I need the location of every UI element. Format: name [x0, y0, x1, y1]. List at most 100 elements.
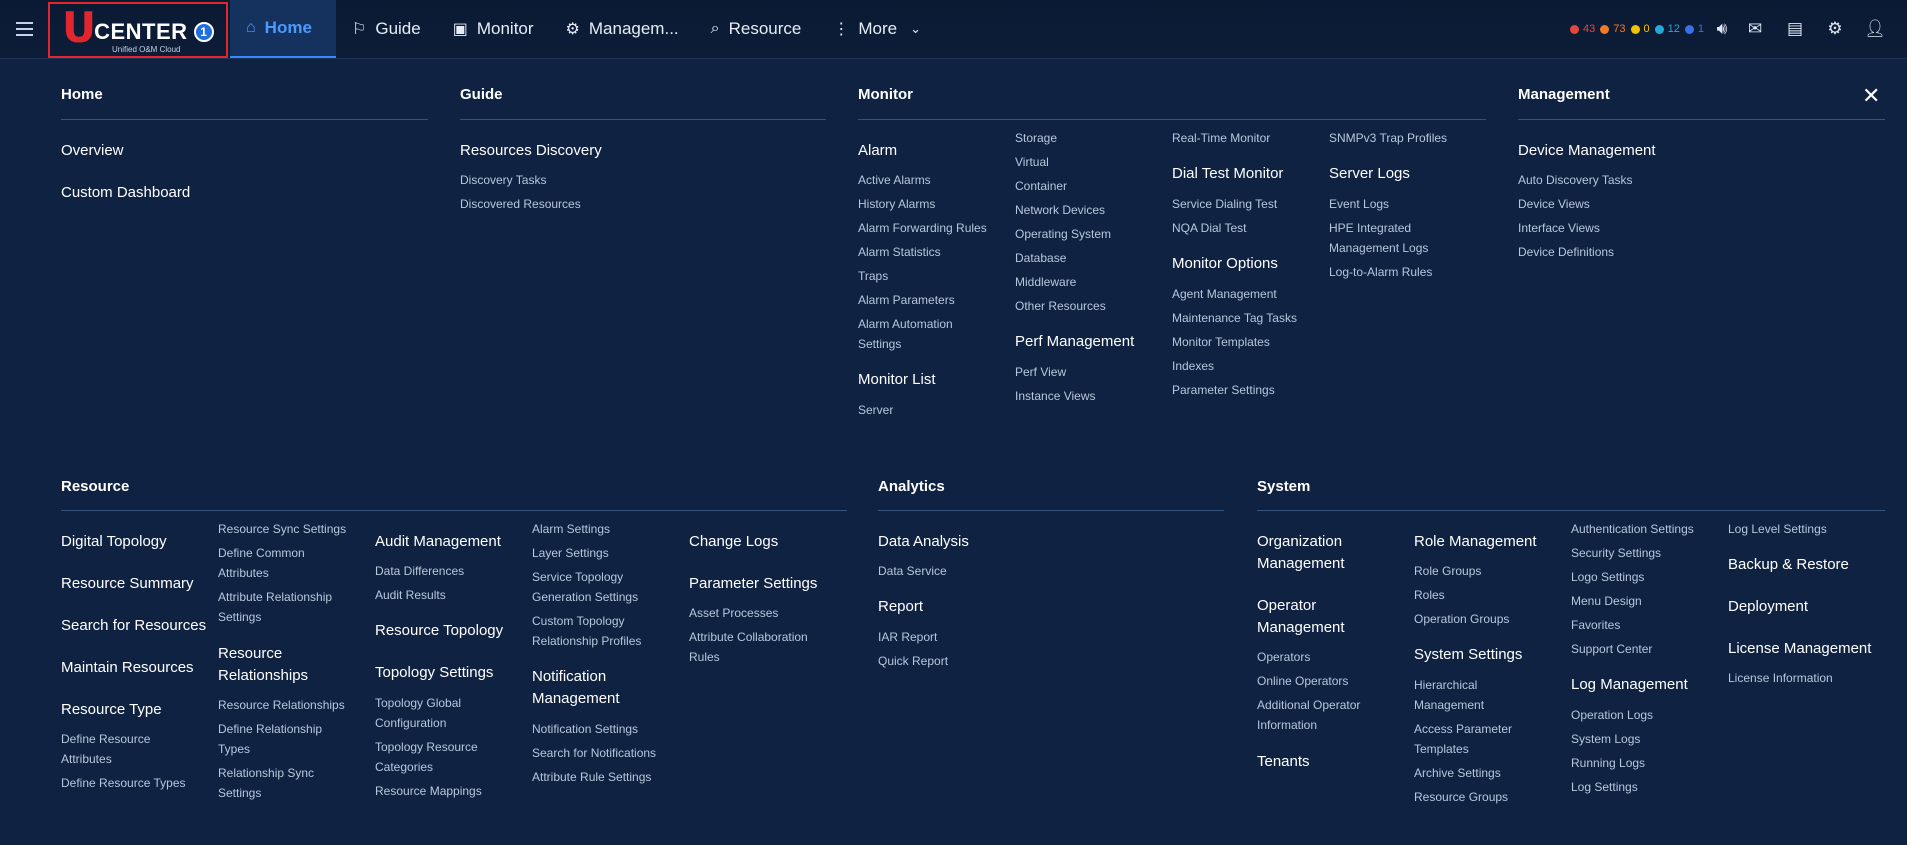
- menu-audit-results[interactable]: Audit Results: [375, 585, 446, 605]
- menu-alarm-settings[interactable]: Alarm Settings: [532, 519, 610, 539]
- menu-system-settings[interactable]: System Settings: [1414, 644, 1522, 666]
- menu-active-alarms[interactable]: Active Alarms: [858, 170, 931, 190]
- menu-relationship-sync-settings[interactable]: Relationship Sync: [218, 763, 314, 783]
- menu-archive-settings[interactable]: Archive Settings: [1414, 763, 1501, 783]
- menu-resource-sync-settings[interactable]: Resource Sync Settings: [218, 519, 346, 539]
- menu-device-views[interactable]: Device Views: [1518, 194, 1590, 214]
- menu-operator-management[interactable]: Operator: [1257, 595, 1316, 617]
- menu-support-center[interactable]: Support Center: [1571, 639, 1652, 659]
- menu-search-for-resources[interactable]: Search for Resources: [61, 615, 206, 637]
- menu-toggle-button[interactable]: [0, 0, 48, 58]
- menu-discovered-resources[interactable]: Discovered Resources: [460, 194, 581, 214]
- menu-traps[interactable]: Traps: [858, 266, 888, 286]
- menu-topology-global-configuration[interactable]: Topology Global: [375, 693, 461, 713]
- user-icon[interactable]: 👤︎: [1855, 0, 1895, 59]
- menu-attribute-rule-settings[interactable]: Attribute Rule Settings: [532, 767, 651, 787]
- menu-hierarchical-management[interactable]: Hierarchical: [1414, 675, 1477, 695]
- menu-define-resource-attributes[interactable]: Define Resource: [61, 729, 150, 749]
- menu-maintain-resources[interactable]: Maintain Resources: [61, 657, 194, 679]
- alarm-warning[interactable]: 12: [1654, 23, 1680, 35]
- menu-notification-management-line2[interactable]: Management: [532, 688, 620, 710]
- menu-custom-dashboard[interactable]: Custom Dashboard: [61, 182, 190, 204]
- menu-system-logs[interactable]: System Logs: [1571, 729, 1640, 749]
- menu-device-definitions[interactable]: Device Definitions: [1518, 242, 1614, 262]
- menu-alarm-statistics[interactable]: Alarm Statistics: [858, 242, 941, 262]
- menu-define-resource-types[interactable]: Define Resource Types: [61, 773, 186, 793]
- menu-change-logs[interactable]: Change Logs: [689, 531, 778, 553]
- menu-resources-discovery[interactable]: Resources Discovery: [460, 140, 602, 162]
- menu-instance-views[interactable]: Instance Views: [1015, 386, 1096, 406]
- menu-asset-processes[interactable]: Asset Processes: [689, 603, 778, 623]
- menu-resource-groups[interactable]: Resource Groups: [1414, 787, 1508, 807]
- menu-log-management[interactable]: Log Management: [1571, 674, 1688, 696]
- menu-data-differences[interactable]: Data Differences: [375, 561, 464, 581]
- menu-service-topology-generation-settings-line2[interactable]: Generation Settings: [532, 587, 638, 607]
- nav-more[interactable]: ⋮ More ⌄: [817, 0, 937, 58]
- menu-attribute-relationship-settings[interactable]: Attribute Relationship: [218, 587, 332, 607]
- menu-interface-views[interactable]: Interface Views: [1518, 218, 1600, 238]
- menu-alarm[interactable]: Alarm: [858, 140, 897, 162]
- menu-perf-management[interactable]: Perf Management: [1015, 331, 1134, 353]
- menu-menu-design[interactable]: Menu Design: [1571, 591, 1642, 611]
- menu-additional-operator-information[interactable]: Additional Operator: [1257, 695, 1360, 715]
- menu-role-management[interactable]: Role Management: [1414, 531, 1537, 553]
- menu-overview[interactable]: Overview: [61, 140, 124, 162]
- menu-maintenance-tag-tasks[interactable]: Maintenance Tag Tasks: [1172, 308, 1297, 328]
- menu-attribute-collaboration-rules-line2[interactable]: Rules: [689, 647, 720, 667]
- nav-monitor[interactable]: ▣ Monitor: [437, 0, 550, 58]
- menu-discovery-tasks[interactable]: Discovery Tasks: [460, 170, 546, 190]
- close-icon[interactable]: ✕: [1862, 85, 1880, 107]
- menu-digital-topology[interactable]: Digital Topology: [61, 531, 167, 553]
- menu-service-dialing-test[interactable]: Service Dialing Test: [1172, 194, 1277, 214]
- menu-deployment[interactable]: Deployment: [1728, 596, 1808, 618]
- menu-hierarchical-management-line2[interactable]: Management: [1414, 695, 1484, 715]
- menu-define-common-attributes-line2[interactable]: Attributes: [218, 563, 269, 583]
- menu-log-level-settings[interactable]: Log Level Settings: [1728, 519, 1827, 539]
- menu-resource-parameter-settings[interactable]: Parameter Settings: [689, 573, 817, 595]
- menu-alarm-parameters[interactable]: Alarm Parameters: [858, 290, 955, 310]
- menu-notification-settings[interactable]: Notification Settings: [532, 719, 638, 739]
- menu-custom-topology-relationship-profiles-line2[interactable]: Relationship Profiles: [532, 631, 641, 651]
- menu-define-resource-attributes-line2[interactable]: Attributes: [61, 749, 112, 769]
- menu-define-common-attributes[interactable]: Define Common: [218, 543, 305, 563]
- menu-data-analysis[interactable]: Data Analysis: [878, 531, 969, 553]
- menu-data-service[interactable]: Data Service: [878, 561, 947, 581]
- menu-log-settings[interactable]: Log Settings: [1571, 777, 1638, 797]
- menu-backup-restore[interactable]: Backup & Restore: [1728, 554, 1849, 576]
- inbox-icon[interactable]: ✉: [1735, 0, 1775, 59]
- menu-real-time-monitor[interactable]: Real-Time Monitor: [1172, 128, 1270, 148]
- menu-relationship-sync-settings-line2[interactable]: Settings: [218, 783, 261, 803]
- menu-roles[interactable]: Roles: [1414, 585, 1445, 605]
- menu-alarm-forwarding-rules[interactable]: Alarm Forwarding Rules: [858, 218, 987, 238]
- nav-guide[interactable]: ⚐ Guide: [336, 0, 437, 58]
- menu-perf-view[interactable]: Perf View: [1015, 362, 1066, 382]
- menu-topology-global-configuration-line2[interactable]: Configuration: [375, 713, 446, 733]
- menu-dial-test-monitor[interactable]: Dial Test Monitor: [1172, 163, 1283, 185]
- menu-authentication-settings[interactable]: Authentication Settings: [1571, 519, 1694, 539]
- menu-resource-mappings[interactable]: Resource Mappings: [375, 781, 482, 801]
- menu-resource-summary[interactable]: Resource Summary: [61, 573, 194, 595]
- menu-additional-operator-information-line2[interactable]: Information: [1257, 715, 1317, 735]
- menu-resource-relationships-heading[interactable]: Resource: [218, 643, 282, 665]
- menu-hpe-integrated-logs[interactable]: HPE Integrated: [1329, 218, 1411, 238]
- menu-auto-discovery-tasks[interactable]: Auto Discovery Tasks: [1518, 170, 1633, 190]
- menu-database[interactable]: Database: [1015, 248, 1066, 268]
- menu-license-information[interactable]: License Information: [1728, 668, 1833, 688]
- menu-nqa-dial-test[interactable]: NQA Dial Test: [1172, 218, 1246, 238]
- menu-monitor-templates[interactable]: Monitor Templates: [1172, 332, 1270, 352]
- menu-other-resources[interactable]: Other Resources: [1015, 296, 1106, 316]
- alarm-critical[interactable]: 43: [1570, 23, 1595, 35]
- menu-role-groups[interactable]: Role Groups: [1414, 561, 1481, 581]
- menu-organization-management[interactable]: Organization: [1257, 531, 1342, 553]
- menu-operating-system[interactable]: Operating System: [1015, 224, 1111, 244]
- ucenter-logo[interactable]: U CENTER 1 Unified O&M Cloud: [48, 2, 228, 58]
- menu-online-operators[interactable]: Online Operators: [1257, 671, 1348, 691]
- menu-virtual[interactable]: Virtual: [1015, 152, 1049, 172]
- menu-hpe-integrated-logs-line2[interactable]: Management Logs: [1329, 238, 1428, 258]
- alarm-sound-icon[interactable]: 🔊︎: [1709, 0, 1735, 59]
- alarm-info[interactable]: 1: [1684, 23, 1704, 35]
- menu-indexes[interactable]: Indexes: [1172, 356, 1214, 376]
- menu-search-for-notifications[interactable]: Search for Notifications: [532, 743, 656, 763]
- menu-device-management[interactable]: Device Management: [1518, 140, 1656, 162]
- menu-storage[interactable]: Storage: [1015, 128, 1057, 148]
